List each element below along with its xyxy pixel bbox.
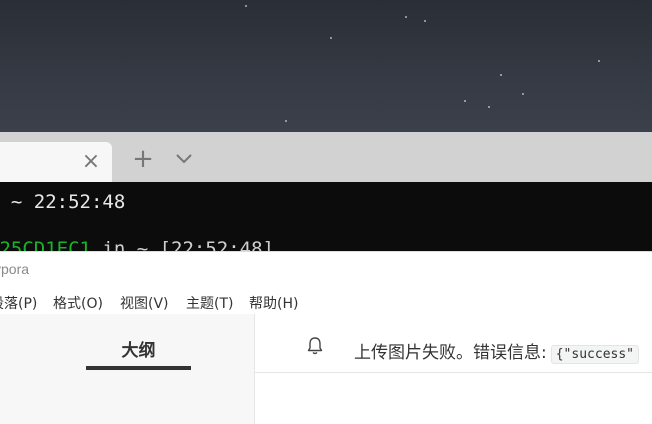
menu-view[interactable]: 视图(V): [120, 293, 169, 313]
desktop-wallpaper: [0, 0, 652, 132]
prompt-rest: in ~ [22:52:48]: [90, 238, 274, 252]
window-title: ypora: [0, 261, 30, 277]
star: [464, 100, 466, 102]
tab-outline[interactable]: 大纲: [86, 336, 191, 361]
star: [488, 106, 490, 108]
new-tab-button[interactable]: +: [130, 146, 156, 172]
notification-message: 上传图片失败。错误信息: {"success": [354, 338, 640, 364]
typora-window: ypora 段落(P) 格式(O) 视图(V) 主题(T) 帮助(H) 大纲 上…: [0, 251, 652, 424]
menu-help[interactable]: 帮助(H): [249, 293, 298, 313]
star: [405, 16, 407, 18]
error-code: {"success": [550, 345, 640, 364]
sidebar: 大纲: [0, 314, 255, 424]
star: [522, 93, 524, 95]
terminal-tab[interactable]: ×: [0, 142, 112, 182]
star: [598, 60, 600, 62]
menu-format[interactable]: 格式(O): [53, 293, 103, 313]
notification-text: 上传图片失败。错误信息:: [354, 343, 547, 363]
bell-icon: [306, 336, 324, 356]
terminal-output[interactable]: 7 ~ 22:52:48 -25CD1EC1 in ~ [22:52:48]: [0, 182, 652, 252]
terminal-prompt-line: -25CD1EC1 in ~ [22:52:48]: [0, 238, 274, 252]
chevron-down-icon[interactable]: [172, 150, 196, 168]
star: [285, 120, 287, 122]
active-tab-indicator: [86, 366, 191, 370]
prompt-host: -25CD1EC1: [0, 238, 91, 252]
star: [330, 37, 332, 39]
terminal-tab-bar: × +: [0, 132, 652, 182]
menu-paragraph[interactable]: 段落(P): [0, 293, 37, 313]
close-icon[interactable]: ×: [80, 151, 102, 173]
menu-theme[interactable]: 主题(T): [186, 293, 233, 313]
star: [245, 5, 247, 7]
star: [500, 74, 502, 76]
terminal-line: 7 ~ 22:52:48: [0, 191, 126, 213]
notification-bar: 上传图片失败。错误信息: {"success": [255, 314, 652, 373]
star: [424, 20, 426, 22]
